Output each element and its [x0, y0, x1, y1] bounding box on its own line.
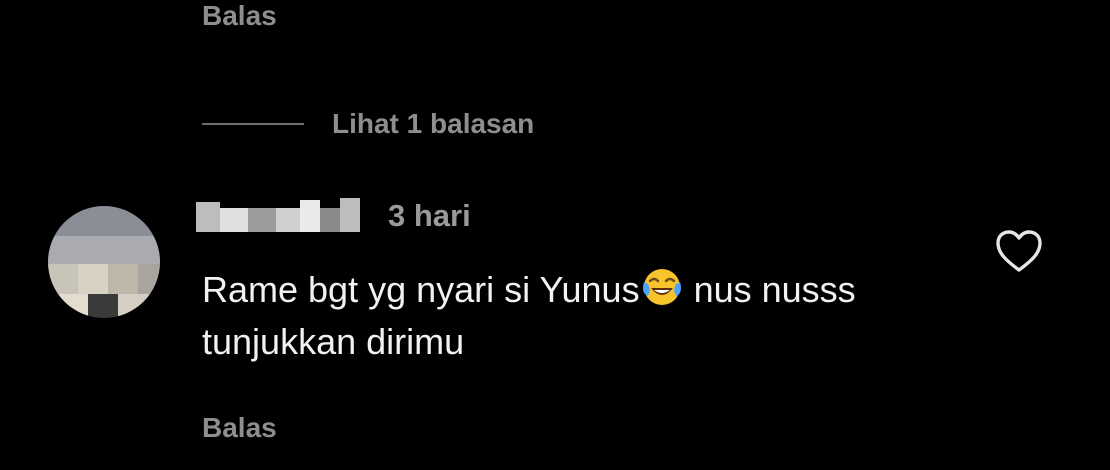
- reply-button[interactable]: Balas: [202, 0, 277, 32]
- comment-text-part-1: Rame bgt yg nyari si Yunus: [202, 269, 640, 310]
- heart-outline-icon: [996, 230, 1042, 272]
- comments-screen: Balas Lihat 1 balasan 3 hari Rame bgt yg…: [0, 0, 1110, 470]
- replies-divider-line: [202, 123, 304, 125]
- timestamp: 3 hari: [388, 198, 471, 233]
- view-replies-label: Lihat 1 balasan: [332, 108, 535, 139]
- view-replies-button[interactable]: Lihat 1 balasan: [202, 106, 534, 142]
- avatar[interactable]: [48, 206, 160, 318]
- comment-text: Rame bgt yg nyari si Yunus nus nusss tun…: [202, 264, 882, 368]
- face-with-tears-of-joy-icon: [641, 266, 683, 308]
- reply-button[interactable]: Balas: [202, 412, 277, 444]
- username-blurred[interactable]: [196, 198, 364, 236]
- like-button[interactable]: [994, 228, 1044, 276]
